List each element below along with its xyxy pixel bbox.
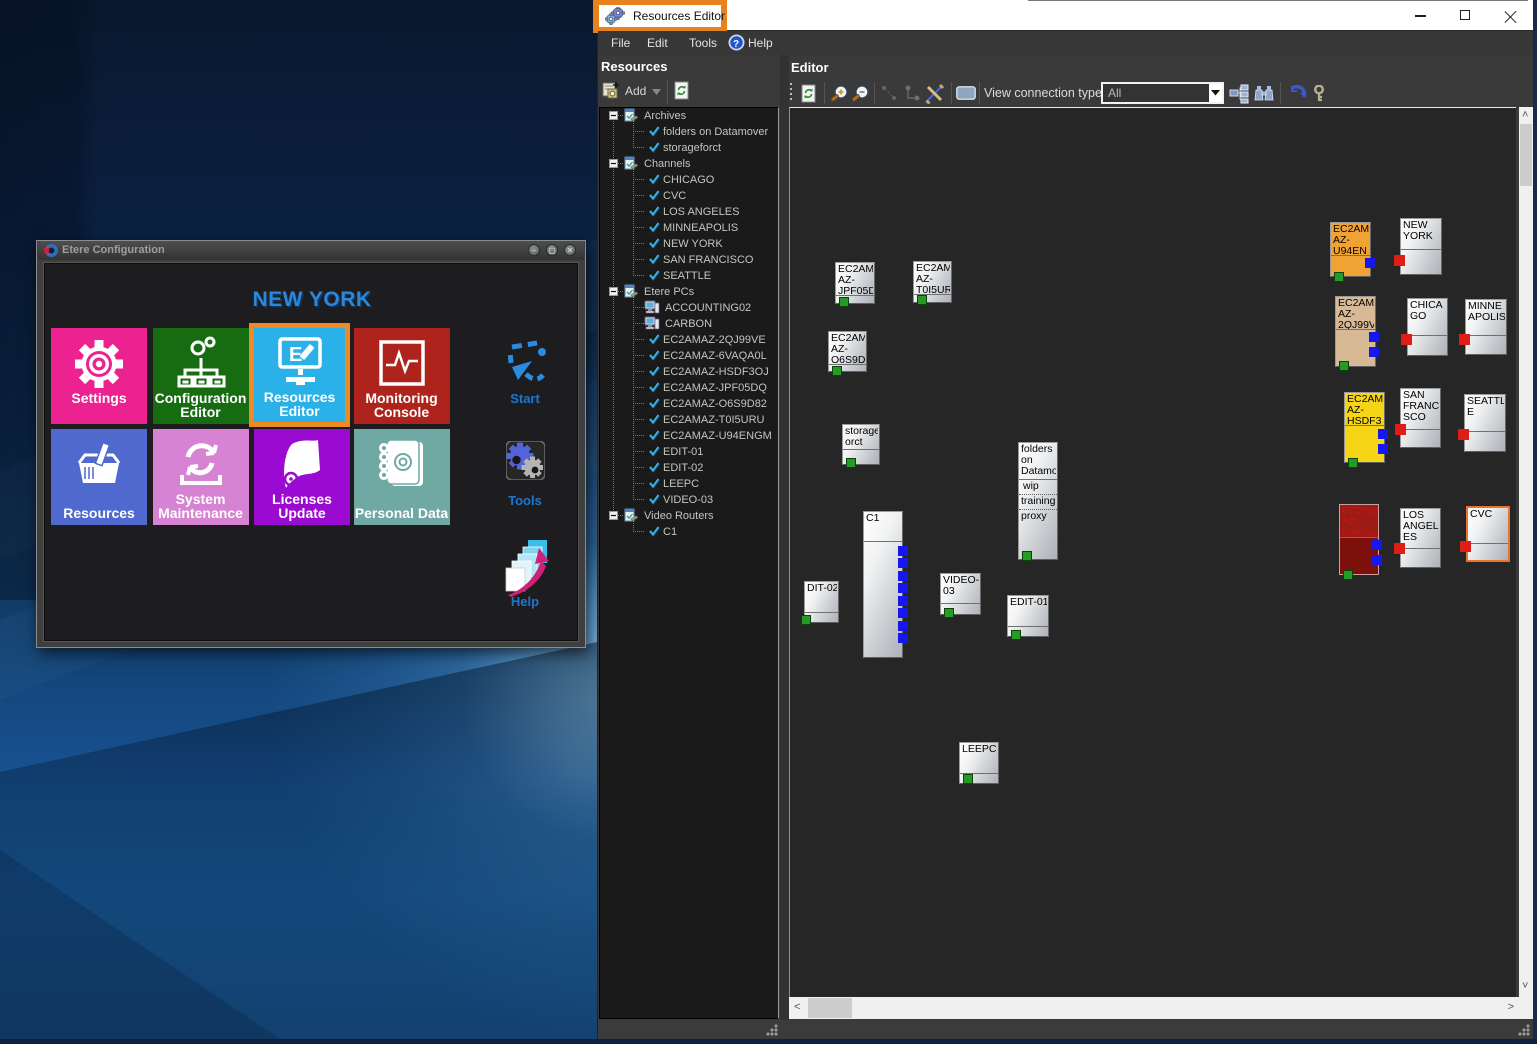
svg-text:E: E [289,344,302,366]
svg-text:?: ? [733,39,739,50]
